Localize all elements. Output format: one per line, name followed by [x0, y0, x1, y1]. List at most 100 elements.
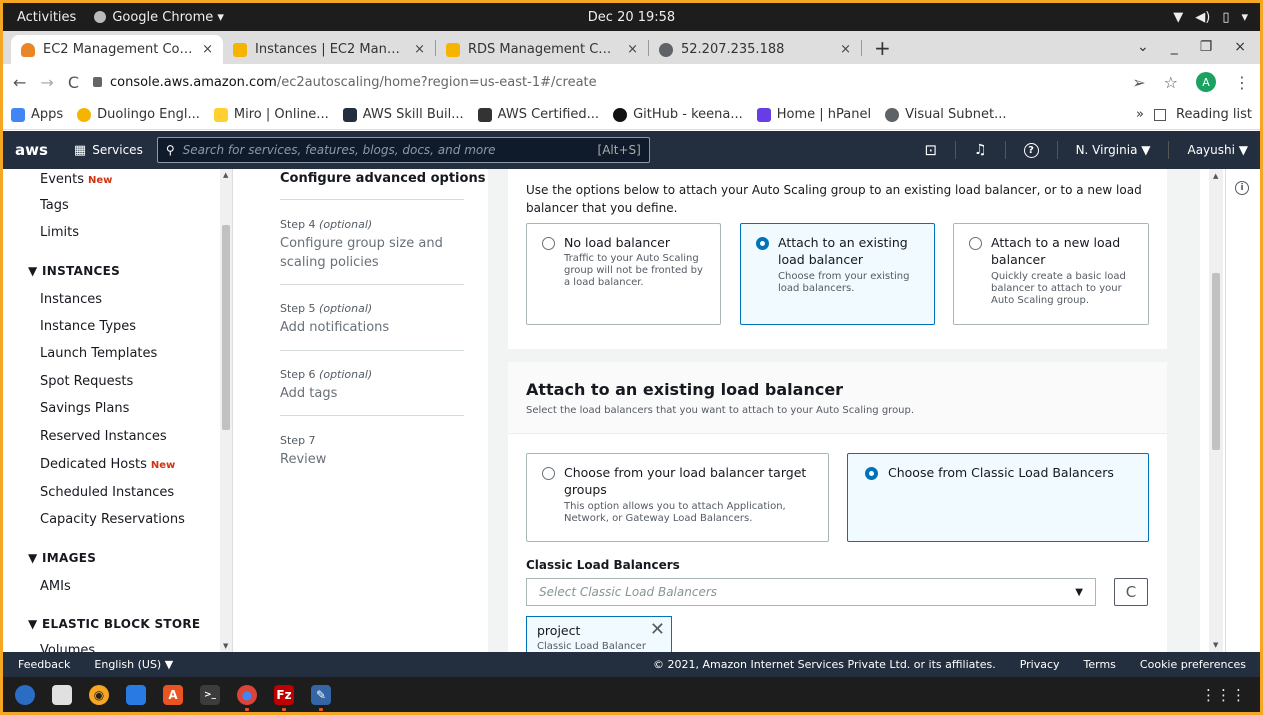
sidebar-item-instance-types[interactable]: Instance Types	[40, 319, 136, 334]
software-center-icon[interactable]: A	[163, 684, 183, 705]
account-menu[interactable]: Aayushi ▼	[1187, 143, 1248, 157]
cloudshell-icon[interactable]: ⊡	[924, 141, 937, 159]
bookmarks-overflow-icon[interactable]: »	[1136, 107, 1144, 122]
scrollbar-thumb[interactable]	[222, 225, 230, 430]
bookmark-aws-skill-builder[interactable]: AWS Skill Buil...	[342, 107, 464, 122]
tab-rds-management-console[interactable]: RDS Management Console ×	[436, 35, 648, 64]
tab-instances-ec2[interactable]: Instances | EC2 Management ×	[223, 35, 435, 64]
step-4-link-line-2[interactable]: scaling policies	[280, 255, 379, 270]
step-6-link[interactable]: Add tags	[280, 386, 337, 401]
target-groups-option[interactable]: Choose from your load balancer target gr…	[526, 453, 829, 542]
share-icon[interactable]: ➢	[1132, 73, 1145, 92]
show-applications-icon[interactable]: ⋮⋮⋮	[1201, 686, 1246, 704]
attach-existing-radio[interactable]	[756, 237, 769, 250]
remove-token-icon[interactable]: ✕	[650, 619, 665, 640]
step-4-link[interactable]: Configure group size and	[280, 236, 443, 251]
sidebar-item-spot-requests[interactable]: Spot Requests	[40, 374, 133, 389]
new-tab-button[interactable]: +	[862, 36, 903, 60]
info-icon[interactable]: i	[1235, 181, 1249, 195]
text-editor-icon[interactable]: ✎	[311, 684, 331, 711]
libreoffice-writer-icon[interactable]	[126, 684, 146, 705]
forward-icon[interactable]: →	[40, 73, 53, 92]
no-load-balancer-radio[interactable]	[542, 237, 555, 250]
minimize-icon[interactable]: _	[1171, 39, 1178, 55]
chrome-icon[interactable]: ●	[237, 684, 257, 711]
rhythmbox-icon[interactable]: ◉	[89, 684, 109, 705]
app-menu[interactable]: Google Chrome ▾	[94, 10, 224, 25]
thunderbird-icon[interactable]	[15, 684, 35, 705]
system-tray[interactable]: ▼ ◀) ▯ ▾	[1173, 10, 1248, 25]
sidebar-item-tags[interactable]: Tags	[40, 198, 69, 213]
sidebar-item-amis[interactable]: AMIs	[40, 579, 71, 594]
files-icon[interactable]	[52, 684, 72, 705]
scroll-down-icon[interactable]: ▼	[223, 642, 228, 650]
feedback-link[interactable]: Feedback	[18, 658, 70, 671]
sidebar-section-instances[interactable]: ▼ INSTANCES	[28, 264, 120, 278]
sidebar-item-launch-templates[interactable]: Launch Templates	[40, 346, 157, 361]
profile-avatar[interactable]: A	[1196, 72, 1216, 92]
step-7-link[interactable]: Review	[280, 452, 326, 467]
target-groups-radio[interactable]	[542, 467, 555, 480]
bookmark-apps[interactable]: Apps	[11, 107, 63, 122]
scroll-up-icon[interactable]: ▲	[223, 171, 228, 179]
sidebar-item-volumes[interactable]: Volumes	[40, 643, 95, 652]
step-5-link[interactable]: Add notifications	[280, 320, 389, 335]
language-selector[interactable]: English (US) ▼	[94, 658, 173, 671]
scrollbar-thumb[interactable]	[1212, 273, 1220, 450]
no-load-balancer-option[interactable]: No load balancer Traffic to your Auto Sc…	[526, 223, 721, 325]
sidebar-item-reserved-instances[interactable]: Reserved Instances	[40, 429, 167, 444]
region-selector[interactable]: N. Virginia ▼	[1076, 143, 1151, 157]
sidebar-item-limits[interactable]: Limits	[40, 225, 79, 240]
filezilla-icon[interactable]: Fz	[274, 684, 294, 711]
tab-ec2-management-console[interactable]: EC2 Management Console ×	[11, 35, 223, 64]
classic-load-balancers-select[interactable]: Select Classic Load Balancers ▼	[526, 578, 1096, 606]
sidebar-item-capacity-reservations[interactable]: Capacity Reservations	[40, 512, 185, 527]
sidebar-section-images[interactable]: ▼ IMAGES	[28, 551, 96, 565]
help-icon[interactable]: ?	[1023, 142, 1039, 158]
main-scrollbar[interactable]: ▲ ▼	[1209, 169, 1223, 652]
bookmark-github[interactable]: GitHub - keena...	[613, 107, 743, 122]
address-bar[interactable]: console.aws.amazon.com/ec2autoscaling/ho…	[92, 75, 1118, 90]
sidebar-item-savings-plans[interactable]: Savings Plans	[40, 401, 129, 416]
classic-load-balancers-option[interactable]: Choose from Classic Load Balancers	[847, 453, 1149, 542]
clock[interactable]: Dec 20 19:58	[588, 10, 675, 25]
reading-list[interactable]: » Reading list	[1136, 107, 1252, 122]
bookmark-miro[interactable]: Miro | Online...	[213, 107, 329, 122]
sidebar-section-elastic-block-store[interactable]: ▼ ELASTIC BLOCK STORE	[28, 617, 200, 631]
scroll-down-icon[interactable]: ▼	[1213, 641, 1218, 649]
close-icon[interactable]: ×	[202, 42, 213, 57]
attach-new-radio[interactable]	[969, 237, 982, 250]
sidebar-item-dedicated-hosts[interactable]: Dedicated Hosts New	[40, 457, 175, 472]
tab-search-icon[interactable]: ⌄	[1137, 39, 1149, 55]
sidebar-item-instances[interactable]: Instances	[40, 292, 102, 307]
activities-button[interactable]: Activities	[3, 10, 94, 25]
services-menu[interactable]: ▦ Services	[60, 143, 157, 158]
bookmark-duolingo[interactable]: Duolingo Engl...	[77, 107, 200, 122]
chrome-menu-icon[interactable]: ⋮	[1234, 73, 1250, 92]
sidebar-item-scheduled-instances[interactable]: Scheduled Instances	[40, 485, 174, 500]
notifications-bell-icon[interactable]: ♫	[974, 142, 987, 158]
tab-ip-address[interactable]: 52.207.235.188 ×	[649, 35, 861, 64]
bookmark-aws-certified[interactable]: AWS Certified...	[477, 107, 599, 122]
close-icon[interactable]: ×	[414, 42, 425, 57]
terms-link[interactable]: Terms	[1084, 658, 1116, 671]
close-icon[interactable]: ×	[840, 42, 851, 57]
maximize-icon[interactable]: ❐	[1200, 39, 1213, 55]
bookmark-visual-subnet[interactable]: Visual Subnet...	[885, 107, 1007, 122]
cookie-preferences-link[interactable]: Cookie preferences	[1140, 658, 1246, 671]
back-icon[interactable]: ←	[13, 73, 26, 92]
bookmark-hpanel[interactable]: Home | hPanel	[756, 107, 871, 122]
close-window-icon[interactable]: ×	[1234, 39, 1246, 55]
reload-icon[interactable]: C	[68, 73, 79, 92]
refresh-button[interactable]: C	[1114, 578, 1148, 606]
scroll-up-icon[interactable]: ▲	[1213, 172, 1218, 180]
aws-logo[interactable]: aws	[3, 141, 60, 159]
sidebar-scrollbar[interactable]: ▲ ▼	[220, 169, 232, 652]
sidebar-item-events[interactable]: Events New	[40, 172, 112, 187]
privacy-link[interactable]: Privacy	[1020, 658, 1060, 671]
terminal-icon[interactable]: >_	[200, 684, 220, 705]
classic-load-balancers-radio[interactable]	[865, 467, 878, 480]
attach-existing-load-balancer-option[interactable]: Attach to an existing load balancer Choo…	[740, 223, 935, 325]
attach-new-load-balancer-option[interactable]: Attach to a new load balancer Quickly cr…	[953, 223, 1149, 325]
close-icon[interactable]: ×	[627, 42, 638, 57]
